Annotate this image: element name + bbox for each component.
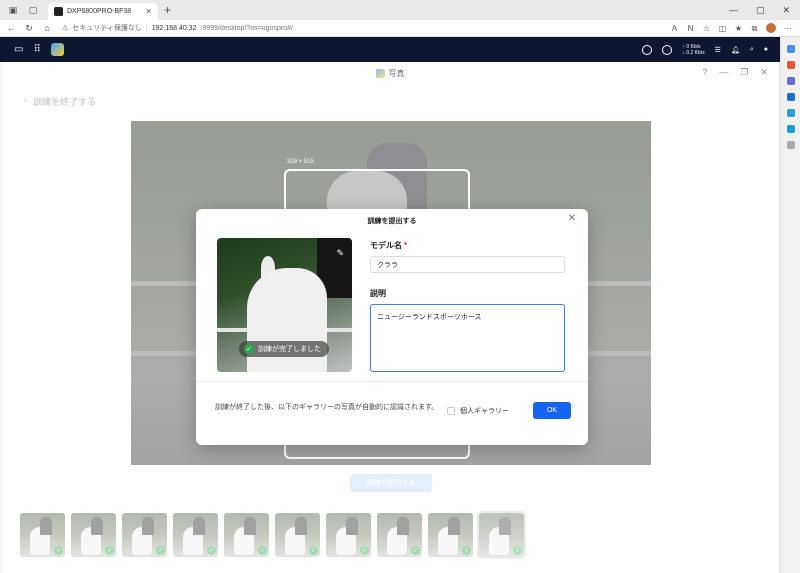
personal-gallery-checkbox[interactable]: 個人ギャラリー bbox=[447, 406, 509, 416]
url-host: 192.168.40.32 bbox=[151, 24, 197, 32]
description-textarea[interactable]: ニュージーランドスポーツホース bbox=[370, 304, 565, 372]
window-controls: — ▢ ✕ bbox=[729, 5, 800, 16]
games-icon[interactable] bbox=[786, 93, 795, 101]
close-window-icon[interactable]: ✕ bbox=[782, 5, 790, 16]
user-icon[interactable]: ● bbox=[764, 46, 768, 53]
dialog-close-icon[interactable]: ✕ bbox=[568, 213, 576, 224]
url-path: :9999/desktop/?os=ugospro#/ bbox=[200, 24, 293, 32]
tab-close-icon[interactable]: ✕ bbox=[145, 7, 152, 16]
nas-top-bar: ▭ ⠿ ↑ 0 Kb/s ↓ 0.2 Kb/s ☰ 🔔︎ ⌕ ● bbox=[0, 37, 780, 62]
tools-icon[interactable] bbox=[786, 77, 795, 85]
training-complete-label: 訓練が完了しました bbox=[258, 346, 321, 353]
favorite-star-icon[interactable]: ☆ bbox=[702, 24, 711, 33]
model-name-label: モデル名 * bbox=[370, 240, 407, 251]
minimize-icon[interactable]: — bbox=[729, 5, 738, 16]
ram-gauge-icon[interactable] bbox=[662, 44, 673, 55]
address-bar: ← ↻ ⌂ ⚠ セキュリティ保護なし | 192.168.40.32:9999/… bbox=[0, 20, 800, 37]
security-warning-text: セキュリティ保護なし bbox=[72, 25, 142, 32]
bing-icon[interactable] bbox=[786, 125, 795, 133]
network-speed: ↑ 0 Kb/s ↓ 0.2 Kb/s bbox=[682, 44, 704, 56]
browser-tab[interactable]: DXP6800PRO-BF38 ✕ bbox=[48, 3, 158, 20]
description-label: 説明 bbox=[370, 289, 386, 298]
download-speed: ↓ 0.2 Kb/s bbox=[682, 49, 705, 56]
refresh-icon[interactable]: ↻ bbox=[22, 23, 36, 34]
url-field[interactable]: ⚠ セキュリティ保護なし | 192.168.40.32:9999/deskto… bbox=[62, 22, 622, 35]
edit-pencil-icon[interactable]: ✎ bbox=[336, 248, 344, 259]
search-icon[interactable] bbox=[786, 45, 795, 53]
browser-toolbar-icons: A N ☆ ◫ ★ ⧉ ⋯ bbox=[670, 23, 800, 33]
photo-app-window: 写真 ? — ❐ ✕ ‹ 訓練を終了する 329 × 515 訓練を提出する ✓… bbox=[2, 62, 778, 573]
photo-app-icon[interactable] bbox=[50, 43, 64, 56]
check-circle-icon: ✓ bbox=[244, 344, 254, 354]
task-list-icon[interactable]: ☰ bbox=[715, 46, 721, 54]
add-sidebar-icon[interactable] bbox=[786, 141, 795, 149]
desktop-icon[interactable]: ▭ bbox=[14, 44, 23, 55]
extension-icon[interactable]: N bbox=[686, 24, 695, 33]
training-preview-image: ✎ ✓ 訓練が完了しました bbox=[217, 238, 352, 372]
ok-button[interactable]: OK bbox=[533, 402, 571, 419]
collections-icon[interactable]: ⧉ bbox=[750, 24, 759, 33]
profile-avatar[interactable] bbox=[766, 23, 776, 33]
submit-training-dialog: 訓練を提出する ✕ ✎ ✓ 訓練が完了しました モデル名 * クララ 説明 ニュー… bbox=[196, 209, 588, 445]
shopping-icon[interactable] bbox=[786, 61, 795, 69]
workspaces-icon[interactable]: ▣ bbox=[6, 3, 20, 17]
maximize-icon[interactable]: ▢ bbox=[756, 5, 765, 16]
search-icon[interactable]: ⌕ bbox=[750, 46, 754, 54]
tab-actions-icon[interactable]: ▢ bbox=[26, 3, 40, 17]
tab-title: DXP6800PRO-BF38 bbox=[67, 8, 132, 15]
split-screen-icon[interactable]: ◫ bbox=[718, 24, 727, 33]
personal-gallery-label: 個人ギャラリー bbox=[460, 408, 509, 415]
training-complete-badge: ✓ 訓練が完了しました bbox=[239, 341, 329, 357]
model-name-label-text: モデル名 bbox=[370, 241, 402, 250]
more-menu-icon[interactable]: ⋯ bbox=[783, 24, 792, 33]
app-grid-icon[interactable]: ⠿ bbox=[33, 44, 40, 55]
office-icon[interactable] bbox=[786, 109, 795, 117]
back-arrow-icon[interactable]: ← bbox=[4, 23, 18, 33]
model-name-input[interactable]: クララ bbox=[370, 256, 565, 273]
security-warning-icon: ⚠ bbox=[62, 25, 69, 32]
read-aloud-icon[interactable]: A bbox=[670, 24, 679, 33]
checkbox-box[interactable] bbox=[447, 407, 455, 415]
required-mark: * bbox=[404, 241, 408, 250]
dialog-title: 訓練を提出する bbox=[367, 218, 417, 225]
favorites-icon[interactable]: ★ bbox=[734, 24, 743, 33]
tab-favicon-icon bbox=[54, 7, 63, 16]
auto-recognize-note: 訓練が終了した後、以下のギャラリーの写真が自動的に認識されます。 bbox=[215, 404, 439, 411]
dialog-divider bbox=[196, 381, 588, 382]
notification-bell-icon[interactable]: 🔔︎ bbox=[731, 46, 740, 54]
cpu-gauge-icon[interactable] bbox=[642, 44, 653, 55]
home-icon[interactable]: ⌂ bbox=[40, 23, 54, 33]
new-tab-icon[interactable]: + bbox=[164, 3, 171, 17]
edge-sidebar bbox=[780, 37, 800, 573]
browser-tab-bar: ▣ ▢ DXP6800PRO-BF38 ✕ + — ▢ ✕ bbox=[0, 0, 800, 20]
